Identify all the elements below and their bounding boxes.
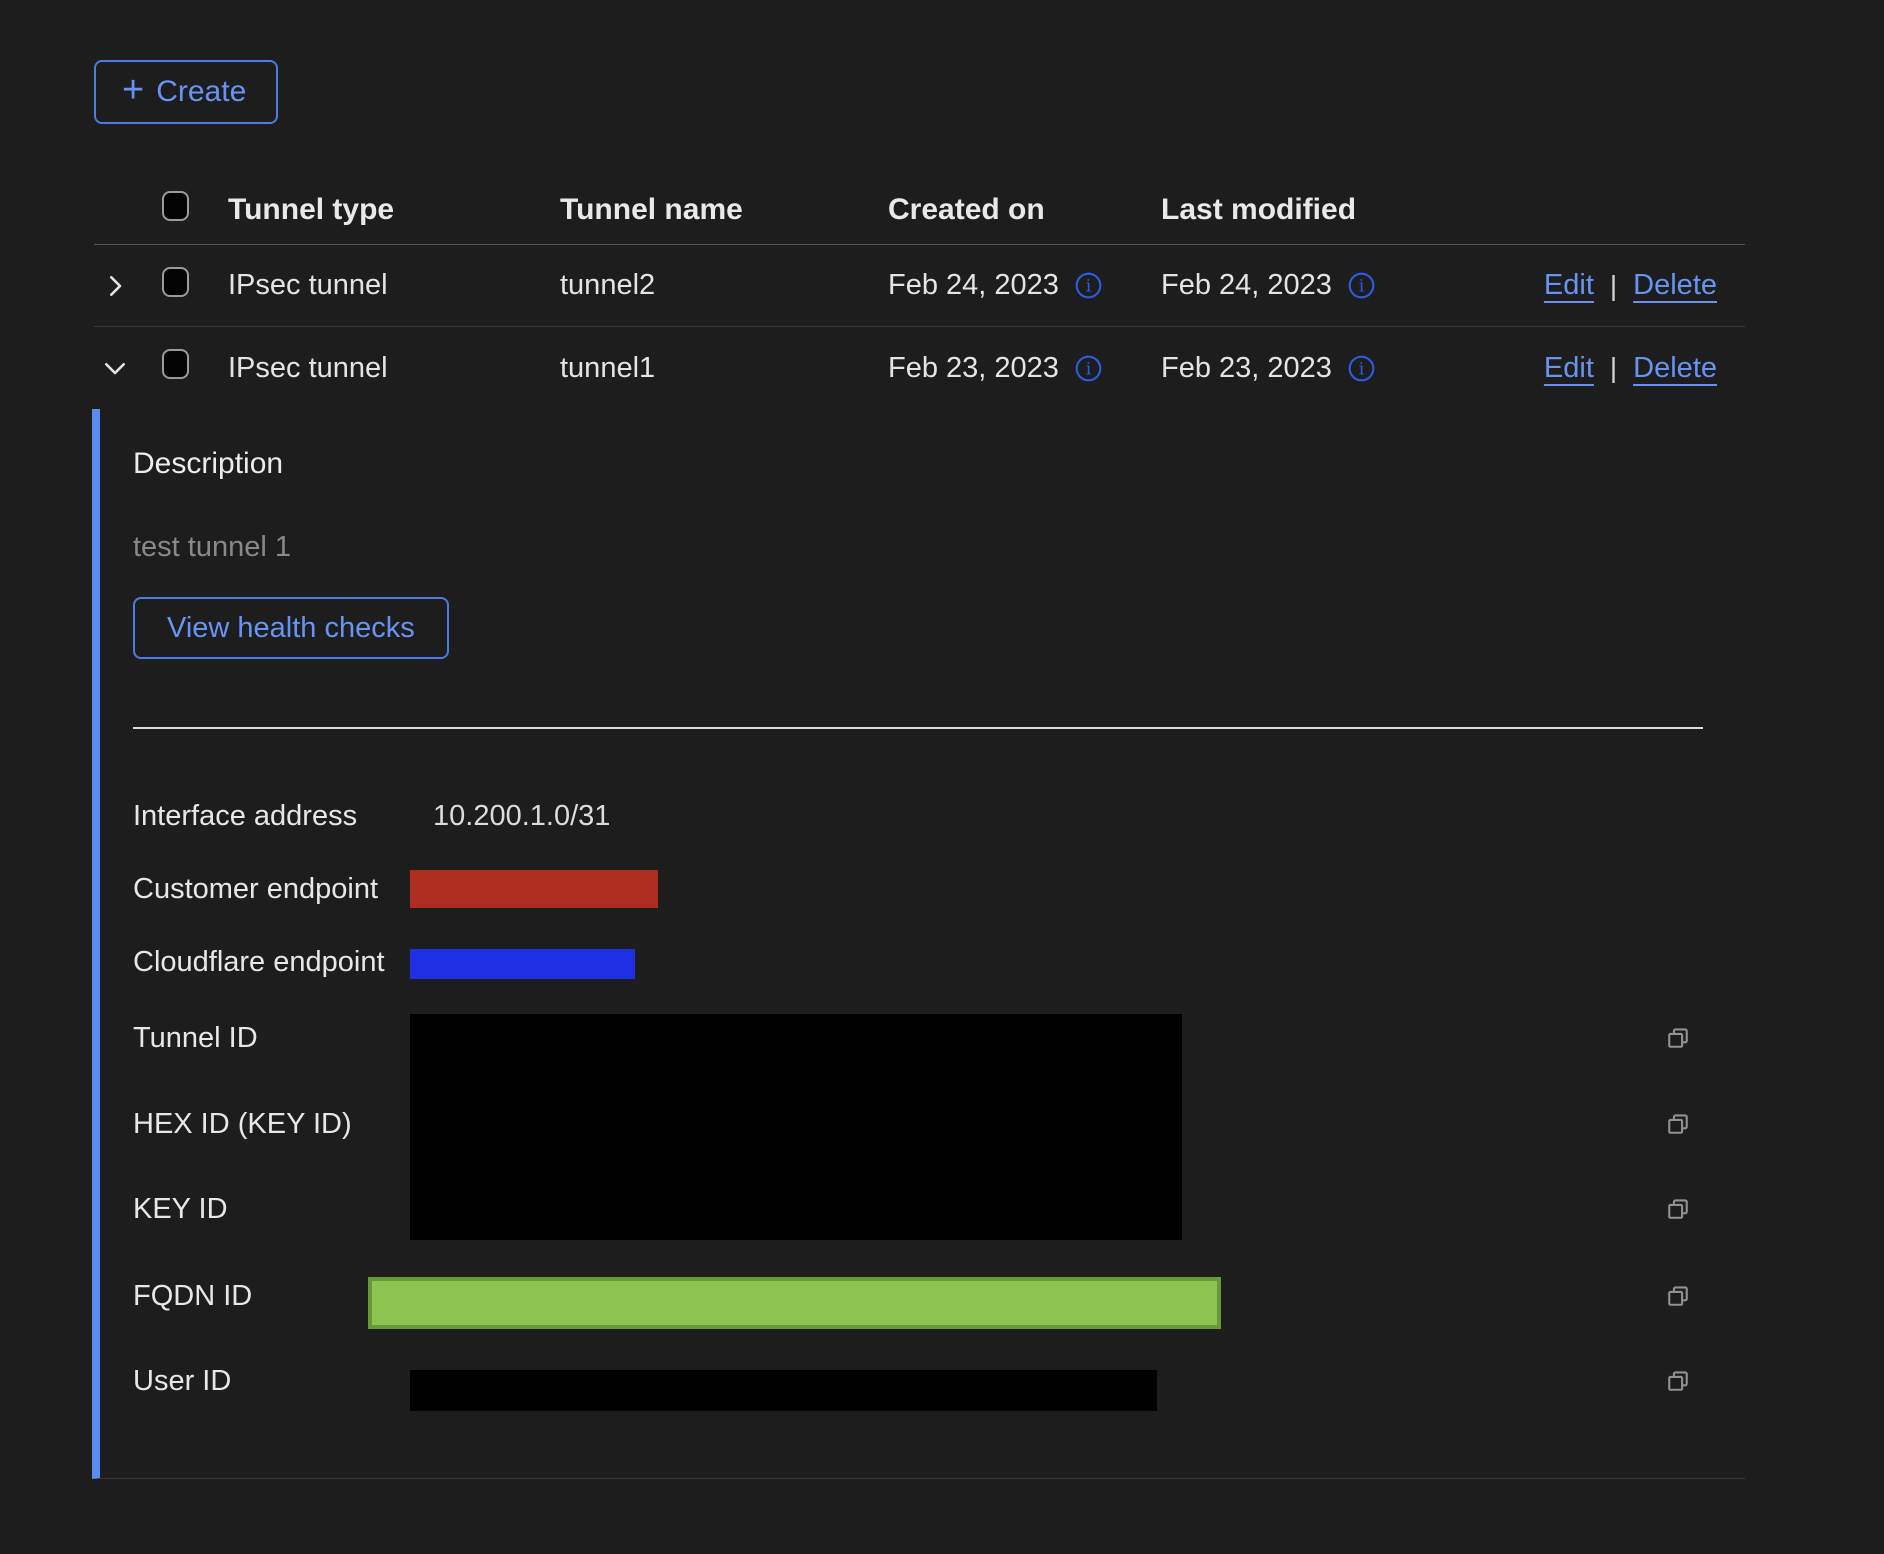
delete-link[interactable]: Delete <box>1633 269 1717 302</box>
user-id-redacted-value <box>410 1370 1157 1411</box>
svg-text:i: i <box>1086 359 1092 379</box>
edit-link[interactable]: Edit <box>1544 352 1594 385</box>
chevron-down-icon <box>100 353 130 383</box>
tunnel-detail-fields: Interface address 10.200.1.0/31 Customer… <box>100 741 1745 1479</box>
tunnel-table: Tunnel type Tunnel name Created on Last … <box>94 175 1745 1479</box>
tunnel-name-cell: tunnel1 <box>560 352 888 385</box>
cloudflare-endpoint-label: Cloudflare endpoint <box>133 947 385 977</box>
description-label: Description <box>133 447 283 481</box>
copy-tunnel-id-button[interactable] <box>1662 1022 1694 1054</box>
copy-user-id-button[interactable] <box>1662 1365 1694 1397</box>
chevron-right-icon <box>100 271 130 301</box>
ids-redacted-value <box>410 1014 1182 1240</box>
cloudflare-endpoint-redacted-value <box>410 949 635 979</box>
info-icon[interactable]: i <box>1347 271 1376 300</box>
view-health-checks-button[interactable]: View health checks <box>133 597 449 659</box>
edit-link[interactable]: Edit <box>1544 269 1594 302</box>
header-created-on: Created on <box>888 193 1161 227</box>
last-modified-cell: Feb 24, 2023 <box>1161 269 1332 302</box>
header-last-modified: Last modified <box>1161 193 1451 227</box>
copy-icon <box>1664 1195 1692 1223</box>
select-all-checkbox[interactable] <box>162 191 189 221</box>
detail-divider <box>133 727 1703 729</box>
create-button[interactable]: + Create <box>94 60 278 124</box>
table-header-row: Tunnel type Tunnel name Created on Last … <box>94 175 1745 245</box>
table-row: IPsec tunnel tunnel2 Feb 24, 2023 i Feb … <box>94 245 1745 327</box>
header-checkbox-cell <box>134 191 228 229</box>
description-value: test tunnel 1 <box>133 531 291 564</box>
copy-key-id-button[interactable] <box>1662 1193 1694 1225</box>
user-id-label: User ID <box>133 1366 231 1396</box>
info-icon[interactable]: i <box>1074 354 1103 383</box>
row-checkbox[interactable] <box>162 349 189 379</box>
collapse-row-button[interactable] <box>98 351 132 385</box>
svg-text:i: i <box>1359 359 1365 379</box>
info-icon[interactable]: i <box>1347 354 1376 383</box>
last-modified-cell: Feb 23, 2023 <box>1161 352 1332 385</box>
key-id-label: KEY ID <box>133 1194 228 1224</box>
created-on-cell: Feb 24, 2023 <box>888 269 1059 302</box>
copy-fqdn-id-button[interactable] <box>1662 1280 1694 1312</box>
row-checkbox[interactable] <box>162 267 189 297</box>
tunnel-name-cell: tunnel2 <box>560 269 888 302</box>
tunnel-id-label: Tunnel ID <box>133 1023 258 1053</box>
tunnel-type-cell: IPsec tunnel <box>228 269 560 302</box>
delete-link[interactable]: Delete <box>1633 352 1717 385</box>
interface-address-label: Interface address <box>133 801 357 831</box>
plus-icon: + <box>122 71 144 109</box>
header-tunnel-name: Tunnel name <box>560 193 888 227</box>
svg-text:i: i <box>1086 277 1092 297</box>
copy-icon <box>1664 1367 1692 1395</box>
header-tunnel-type: Tunnel type <box>228 193 560 227</box>
customer-endpoint-label: Customer endpoint <box>133 874 378 904</box>
svg-text:i: i <box>1359 277 1365 297</box>
fqdn-id-redacted-value <box>368 1277 1221 1329</box>
copy-icon <box>1664 1024 1692 1052</box>
fqdn-id-label: FQDN ID <box>133 1281 252 1311</box>
tunnels-page: + Create Tunnel type Tunnel name Created… <box>0 0 1884 1554</box>
copy-hex-id-button[interactable] <box>1662 1108 1694 1140</box>
action-separator: | <box>1610 270 1617 302</box>
copy-icon <box>1664 1110 1692 1138</box>
customer-endpoint-redacted-value <box>410 870 658 908</box>
action-separator: | <box>1610 352 1617 384</box>
expand-row-button[interactable] <box>98 269 132 303</box>
hex-id-label: HEX ID (KEY ID) <box>133 1109 352 1139</box>
info-icon[interactable]: i <box>1074 271 1103 300</box>
create-button-label: Create <box>156 75 246 109</box>
tunnel-type-cell: IPsec tunnel <box>228 352 560 385</box>
copy-icon <box>1664 1282 1692 1310</box>
created-on-cell: Feb 23, 2023 <box>888 352 1059 385</box>
tunnel-detail-panel: Description test tunnel 1 View health ch… <box>92 409 1745 1479</box>
table-row: IPsec tunnel tunnel1 Feb 23, 2023 i Feb … <box>94 327 1745 409</box>
interface-address-value: 10.200.1.0/31 <box>433 801 610 831</box>
